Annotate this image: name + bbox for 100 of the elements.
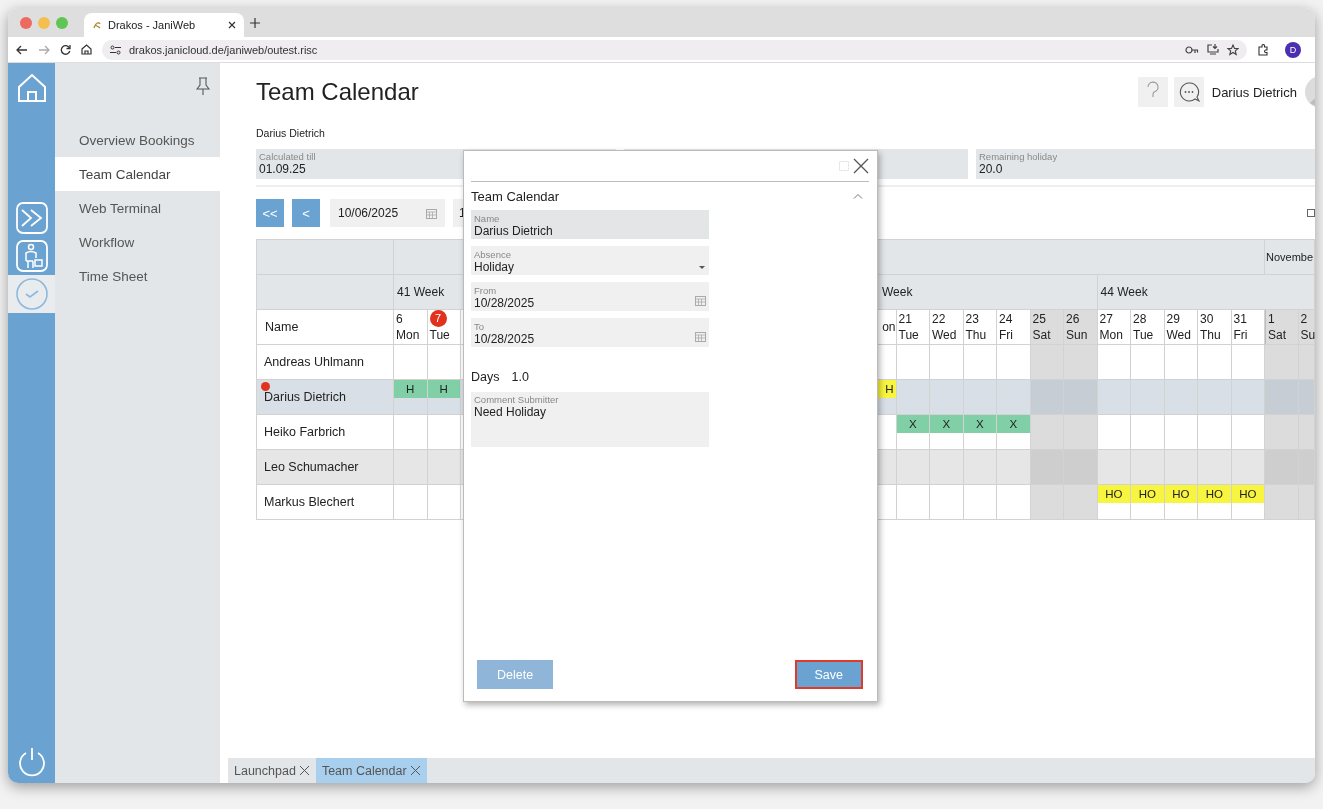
- calendar-cell[interactable]: [1030, 345, 1064, 380]
- clock-icon[interactable]: [14, 277, 49, 311]
- absence-entry[interactable]: X: [930, 415, 963, 433]
- calendar-cell[interactable]: [427, 450, 461, 485]
- calendar-cell[interactable]: [1097, 415, 1131, 450]
- calendar-cell[interactable]: [963, 345, 997, 380]
- install-icon[interactable]: [1207, 44, 1219, 55]
- absence-entry[interactable]: HO: [1164, 485, 1197, 503]
- sidebar-item[interactable]: Workflow: [55, 225, 220, 259]
- close-icon[interactable]: [853, 158, 869, 174]
- window-control[interactable]: [56, 16, 68, 29]
- calendar-icon[interactable]: [695, 295, 706, 306]
- calendar-cell[interactable]: HO: [1131, 485, 1165, 520]
- chat-button[interactable]: [1173, 77, 1204, 107]
- calendar-cell[interactable]: HO: [1198, 485, 1232, 520]
- calendar-cell[interactable]: [930, 450, 964, 485]
- back-icon[interactable]: [16, 44, 28, 55]
- absence-entry[interactable]: H: [427, 380, 460, 398]
- calendar-cell[interactable]: [1231, 345, 1265, 380]
- window-control[interactable]: [20, 16, 32, 29]
- calendar-cell[interactable]: [1064, 380, 1098, 415]
- employee-cell[interactable]: Heiko Farbrich: [257, 415, 394, 450]
- calendar-cell[interactable]: [1131, 415, 1165, 450]
- employee-cell[interactable]: Leo Schumacher: [257, 450, 394, 485]
- page-tab[interactable]: Team Calendar: [315, 758, 427, 783]
- close-icon[interactable]: [228, 21, 236, 29]
- calendar-cell[interactable]: [997, 450, 1031, 485]
- calendar-cell[interactable]: [963, 485, 997, 520]
- sidebar-item[interactable]: Time Sheet: [55, 259, 220, 293]
- calendar-cell[interactable]: [1030, 380, 1064, 415]
- calendar-cell[interactable]: [1064, 450, 1098, 485]
- fast-forward-icon[interactable]: [15, 202, 48, 234]
- calendar-cell[interactable]: [1265, 380, 1299, 415]
- calendar-cell[interactable]: [1231, 415, 1265, 450]
- person-briefcase-icon[interactable]: [15, 240, 48, 272]
- calendar-cell[interactable]: H: [394, 380, 428, 415]
- calendar-cell[interactable]: [1164, 450, 1198, 485]
- calendar-cell[interactable]: [394, 485, 428, 520]
- calendar-cell[interactable]: [1097, 345, 1131, 380]
- calendar-cell[interactable]: [896, 380, 930, 415]
- star-icon[interactable]: [1227, 43, 1239, 56]
- employee-cell[interactable]: Markus Blechert: [257, 485, 394, 520]
- calendar-cell[interactable]: [1064, 415, 1098, 450]
- calendar-cell[interactable]: X: [930, 415, 964, 450]
- employee-cell[interactable]: Darius Dietrich: [257, 380, 394, 415]
- absence-entry[interactable]: X: [963, 415, 996, 433]
- browser-tab[interactable]: Drakos - JaniWeb: [84, 13, 244, 37]
- calendar-cell[interactable]: [1198, 450, 1232, 485]
- calendar-cell[interactable]: HO: [1097, 485, 1131, 520]
- calendar-icon[interactable]: [695, 331, 706, 342]
- absence-entry[interactable]: HO: [1131, 485, 1164, 503]
- help-button[interactable]: [1137, 77, 1168, 107]
- calendar-cell[interactable]: [1064, 485, 1098, 520]
- calendar-cell[interactable]: [1231, 380, 1265, 415]
- input-field[interactable]: To 10/28/2025: [471, 318, 709, 347]
- calendar-cell[interactable]: [997, 380, 1031, 415]
- calendar-cell[interactable]: [1030, 415, 1064, 450]
- calendar-cell[interactable]: [394, 415, 428, 450]
- dropdown-field[interactable]: Absence Holiday: [471, 246, 709, 275]
- calendar-cell[interactable]: [1164, 415, 1198, 450]
- calendar-cell[interactable]: [930, 380, 964, 415]
- calendar-cell[interactable]: [1164, 345, 1198, 380]
- square-icon[interactable]: [1307, 209, 1315, 217]
- calendar-cell[interactable]: HO: [1231, 485, 1265, 520]
- window-control[interactable]: [38, 16, 50, 29]
- calendar-cell[interactable]: [1030, 485, 1064, 520]
- sidebar-item[interactable]: Team Calendar: [55, 157, 220, 191]
- chevron-up-icon[interactable]: [853, 193, 863, 199]
- calendar-cell[interactable]: X: [896, 415, 930, 450]
- calendar-cell[interactable]: [1131, 345, 1165, 380]
- page-tab[interactable]: Launchpad: [228, 758, 316, 783]
- calendar-cell[interactable]: [1198, 415, 1232, 450]
- calendar-cell[interactable]: [1131, 450, 1165, 485]
- calendar-cell[interactable]: HO: [1164, 485, 1198, 520]
- calendar-cell[interactable]: [1198, 380, 1232, 415]
- calendar-cell[interactable]: [1064, 345, 1098, 380]
- absence-entry[interactable]: H: [394, 380, 427, 398]
- profile-avatar[interactable]: D: [1285, 41, 1301, 58]
- key-icon[interactable]: [1185, 45, 1199, 54]
- user-name[interactable]: Darius Dietrich: [1211, 84, 1297, 100]
- sidebar-item[interactable]: Overview Bookings: [55, 123, 220, 157]
- calendar-cell[interactable]: [1030, 450, 1064, 485]
- absence-entry[interactable]: X: [997, 415, 1030, 433]
- calendar-cell[interactable]: [394, 450, 428, 485]
- calendar-cell[interactable]: [1198, 345, 1232, 380]
- calendar-cell[interactable]: [1265, 485, 1299, 520]
- site-settings-icon[interactable]: [110, 44, 121, 55]
- absence-entry[interactable]: HO: [1198, 485, 1231, 503]
- calendar-cell[interactable]: [1131, 380, 1165, 415]
- calendar-cell[interactable]: [997, 485, 1031, 520]
- absence-entry[interactable]: HO: [1097, 485, 1130, 503]
- calendar-cell[interactable]: H: [427, 380, 461, 415]
- calendar-cell[interactable]: [1265, 450, 1299, 485]
- calendar-cell[interactable]: [997, 345, 1031, 380]
- sidebar-item[interactable]: Web Terminal: [55, 191, 220, 225]
- calendar-cell[interactable]: [1097, 380, 1131, 415]
- power-icon[interactable]: [16, 747, 47, 777]
- maximize-icon[interactable]: [839, 161, 849, 171]
- plus-icon[interactable]: [250, 17, 260, 28]
- calendar-cell[interactable]: [427, 345, 461, 380]
